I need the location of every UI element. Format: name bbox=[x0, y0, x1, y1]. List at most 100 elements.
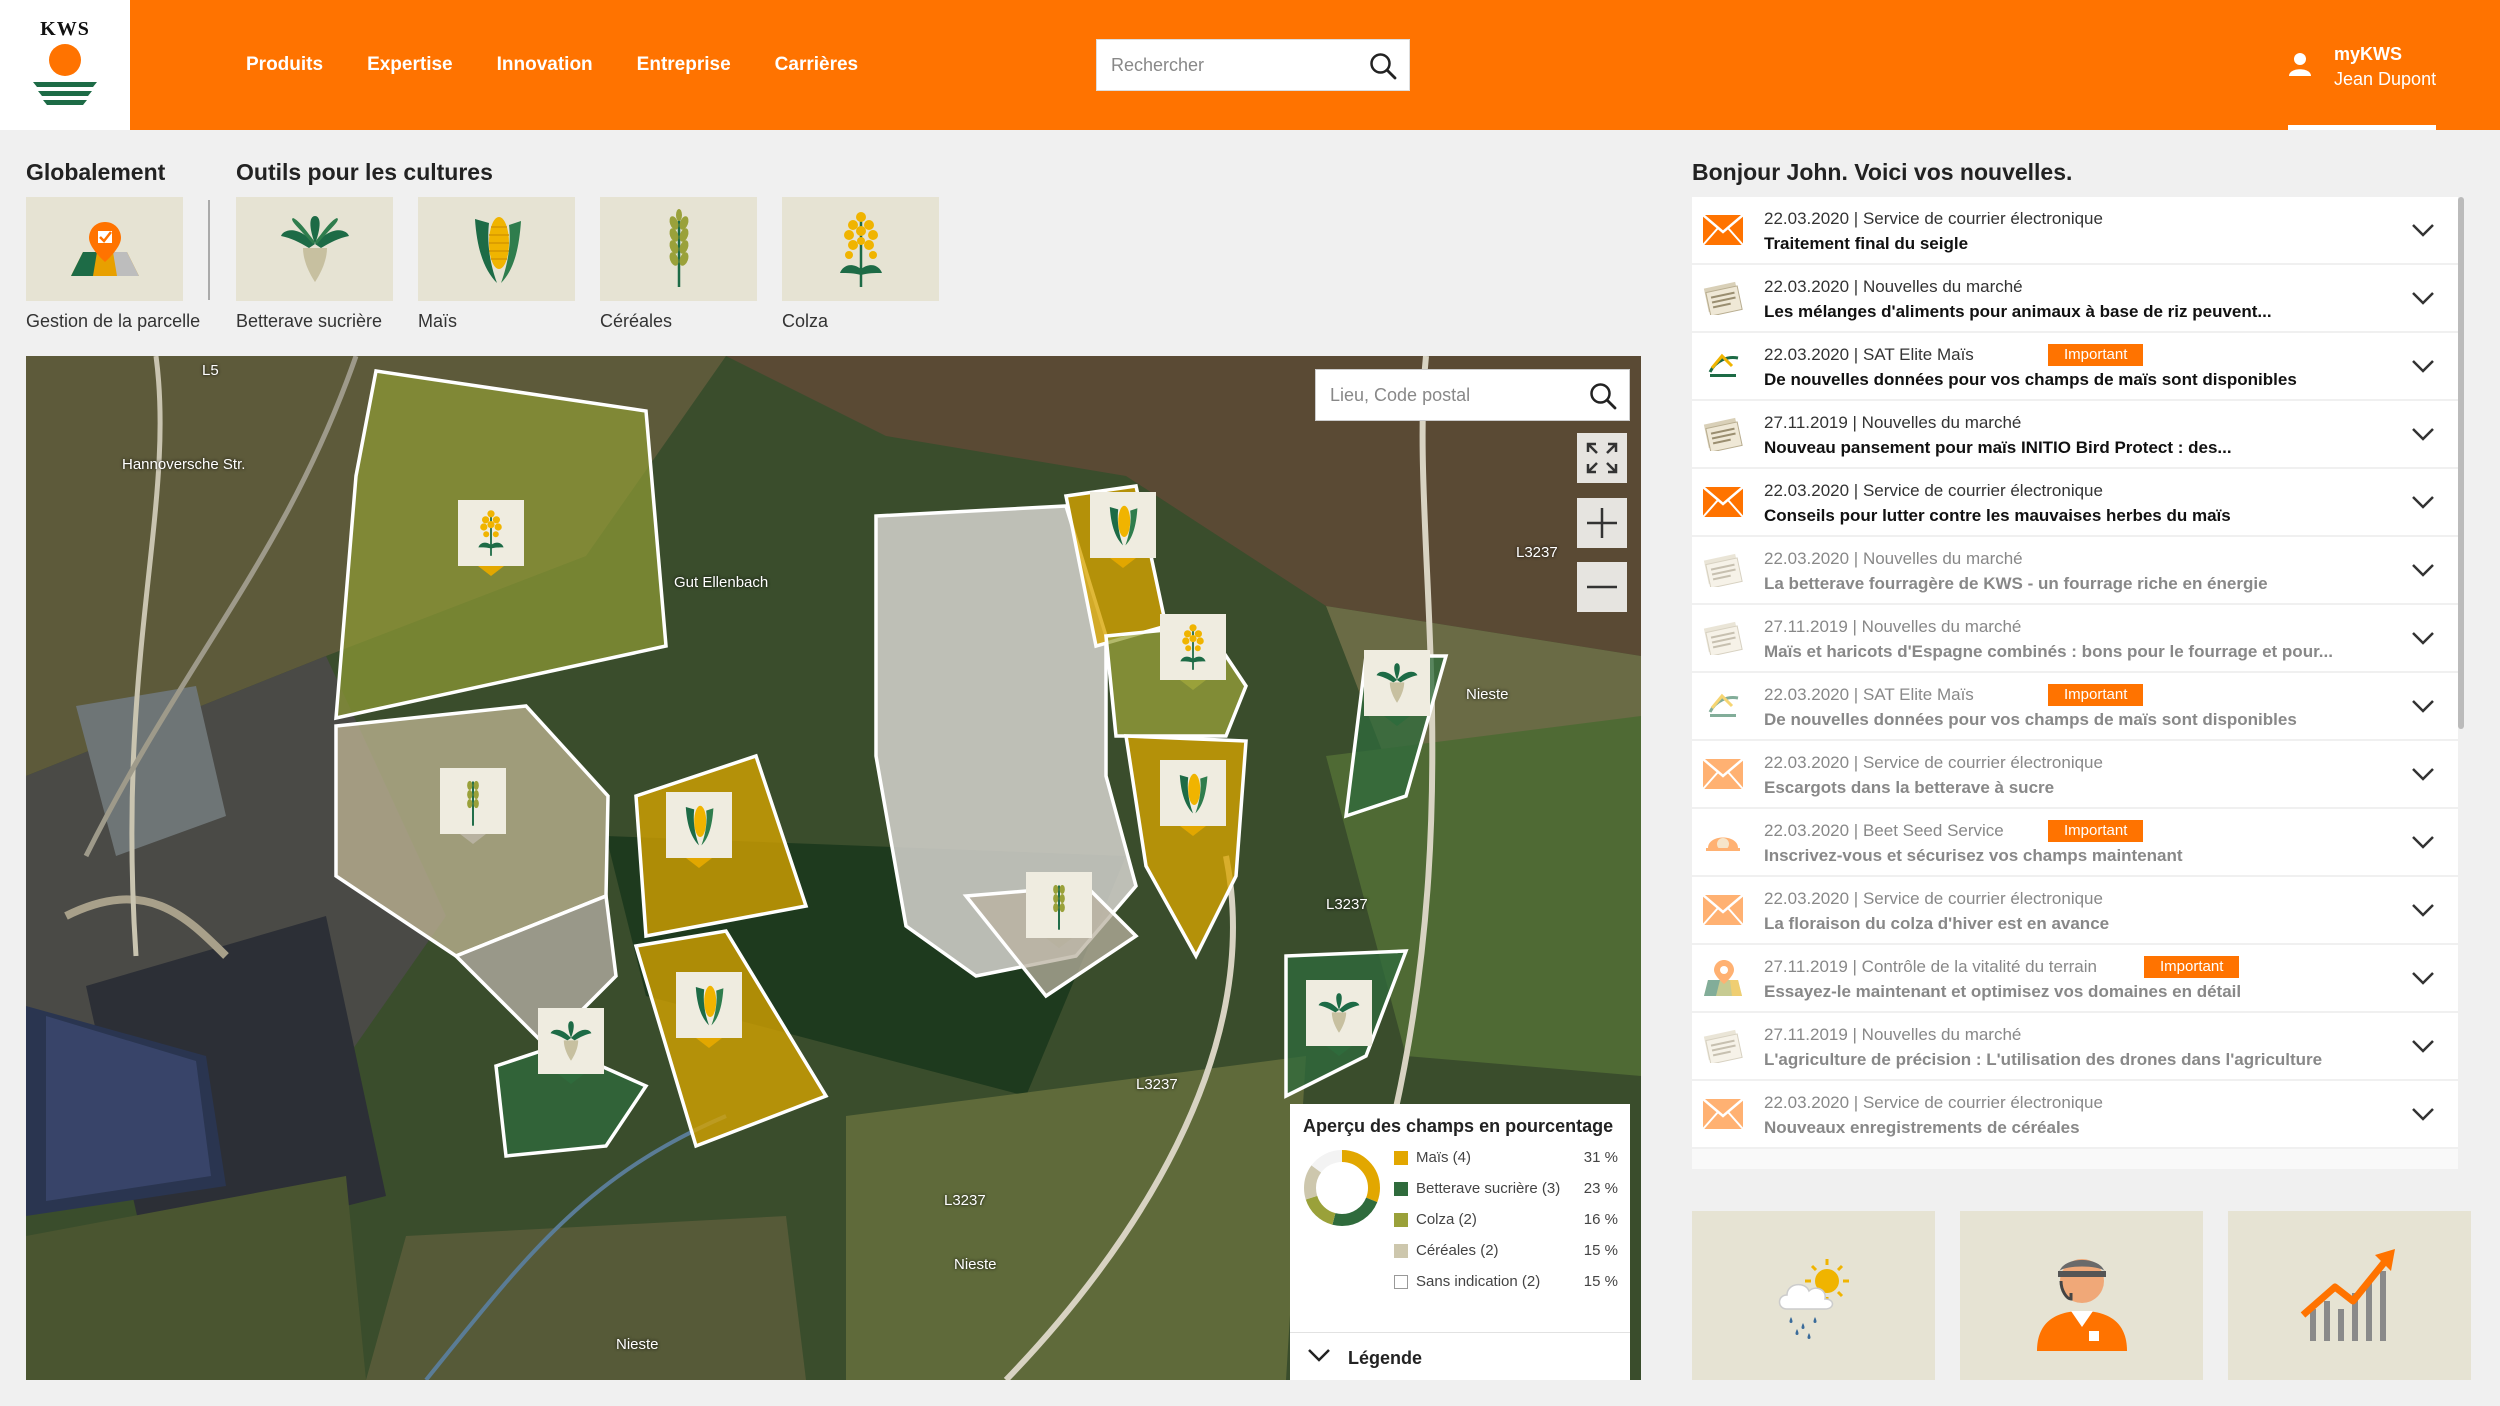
news-title: De nouvelles données pour vos champs de … bbox=[1764, 710, 2297, 729]
corn-icon bbox=[1109, 505, 1138, 546]
wheat-icon bbox=[669, 209, 688, 287]
tool-sugar-beet[interactable]: Betterave sucrière bbox=[236, 197, 393, 332]
tool-tile[interactable] bbox=[600, 197, 757, 301]
legend-percent: 16 % bbox=[1583, 1211, 1618, 1228]
news-item[interactable]: 22.03.2020 | Service de courrier électro… bbox=[1692, 197, 2458, 263]
rapeseed-icon bbox=[478, 510, 504, 556]
newspaper-icon bbox=[1702, 550, 1744, 590]
field-marker-corn[interactable] bbox=[1160, 760, 1226, 836]
envelope-icon bbox=[1702, 210, 1744, 250]
news-item[interactable]: 22.03.2020 | Service de courrier électro… bbox=[1692, 469, 2458, 535]
news-meta: 27.11.2019 | Nouvelles du marché bbox=[1764, 617, 2022, 636]
tool-corn[interactable]: Maïs bbox=[418, 197, 575, 332]
map-river-label: Nieste bbox=[954, 1256, 997, 1273]
tool-label: Colza bbox=[782, 311, 829, 331]
field-marker-corn[interactable] bbox=[676, 972, 742, 1048]
news-feed: 22.03.2020 | Service de courrier électro… bbox=[1692, 197, 2472, 1169]
field-marker-sugar-beet[interactable] bbox=[538, 1008, 604, 1084]
nav-innovation[interactable]: Innovation bbox=[497, 54, 593, 76]
important-badge: Important bbox=[2048, 820, 2144, 842]
zoom-in-button[interactable] bbox=[1577, 498, 1627, 548]
field-marker-corn[interactable] bbox=[1090, 492, 1156, 568]
user-name: Jean Dupont bbox=[2334, 69, 2437, 89]
search-icon[interactable] bbox=[1369, 52, 1397, 80]
news-title: Inscrivez-vous et sécurisez vos champs m… bbox=[1764, 846, 2183, 865]
chevron-down-icon[interactable] bbox=[2410, 493, 2436, 516]
beet-seed-icon bbox=[1702, 822, 1744, 862]
tool-tile[interactable] bbox=[26, 197, 183, 301]
legend-name: Sans indication (2) bbox=[1416, 1273, 1541, 1290]
news-item[interactable]: 22.03.2020 | Nouvelles du marché La bette… bbox=[1692, 537, 2458, 603]
news-item[interactable]: 22.03.2020 | SAT Elite Maïs Important De n… bbox=[1692, 673, 2458, 739]
important-badge: Important bbox=[2144, 956, 2240, 978]
chevron-down-icon[interactable] bbox=[2410, 1105, 2436, 1128]
nav-expertise[interactable]: Expertise bbox=[367, 54, 453, 76]
field-marker-sugar-beet[interactable] bbox=[1364, 650, 1430, 726]
nav-produits[interactable]: Produits bbox=[246, 54, 323, 76]
chevron-down-icon[interactable] bbox=[2410, 901, 2436, 924]
news-item[interactable]: 27.11.2019 | Nouvelles du marché Nouveau … bbox=[1692, 401, 2458, 467]
fullscreen-button[interactable] bbox=[1577, 433, 1627, 483]
chevron-down-icon[interactable] bbox=[2410, 833, 2436, 856]
map-search bbox=[1315, 369, 1630, 421]
news-item[interactable]: 22.03.2020 | Beet Seed Service Important I… bbox=[1692, 809, 2458, 875]
nav-entreprise[interactable]: Entreprise bbox=[637, 54, 731, 76]
chevron-down-icon[interactable] bbox=[2410, 629, 2436, 652]
field-marker-sugar-beet[interactable] bbox=[1306, 980, 1372, 1056]
tool-tile[interactable] bbox=[782, 197, 939, 301]
legend-percent: 31 % bbox=[1583, 1149, 1618, 1166]
legend-toggle[interactable]: Légende bbox=[1290, 1332, 1630, 1380]
kws-logo[interactable]: KWS bbox=[0, 0, 130, 130]
news-item[interactable]: 27.11.2019 | Contrôle de la vitalité du … bbox=[1692, 945, 2458, 1011]
news-item[interactable]: 22.03.2020 | SAT Elite Maïs Important De n… bbox=[1692, 333, 2458, 399]
chevron-down-icon[interactable] bbox=[2410, 425, 2436, 448]
chevron-down-icon[interactable] bbox=[2410, 1037, 2436, 1060]
field-map[interactable]: Gut Ellenbach L3237 L3237 L3237 L3237 Ni… bbox=[26, 356, 1641, 1380]
search-input[interactable] bbox=[1097, 40, 1367, 90]
tool-field-management[interactable]: Gestion de la parcelle bbox=[26, 197, 200, 332]
zoom-out-button[interactable] bbox=[1577, 562, 1627, 612]
news-item[interactable]: 22.03.2020 | Service de courrier électro… bbox=[1692, 1081, 2458, 1147]
news-meta: 22.03.2020 | Service de courrier électro… bbox=[1764, 209, 2103, 228]
news-item[interactable]: 22.03.2020 | Service de courrier électro… bbox=[1692, 741, 2458, 807]
news-meta: 27.11.2019 | Contrôle de la vitalité du … bbox=[1764, 957, 2097, 976]
nav-carrieres[interactable]: Carrières bbox=[775, 54, 858, 76]
field-marker-rapeseed[interactable] bbox=[458, 500, 524, 576]
chevron-down-icon[interactable] bbox=[2410, 221, 2436, 244]
advisor-tile[interactable] bbox=[1960, 1211, 2203, 1380]
field-marker-corn[interactable] bbox=[666, 792, 732, 868]
vitality-icon bbox=[1702, 958, 1744, 998]
logo-text: KWS bbox=[40, 18, 90, 40]
location-search-input[interactable] bbox=[1316, 370, 1586, 420]
tool-cereals[interactable]: Céréales bbox=[600, 197, 757, 332]
chevron-down-icon[interactable] bbox=[2410, 765, 2436, 788]
field-marker-rapeseed[interactable] bbox=[1160, 614, 1226, 690]
news-item[interactable]: 27.11.2019 | Nouvelles du marché Maïs et … bbox=[1692, 605, 2458, 671]
legend-row: Sans indication (2) 15 % bbox=[1394, 1272, 1618, 1294]
tool-rapeseed[interactable]: Colza bbox=[782, 197, 939, 332]
tool-tile[interactable] bbox=[418, 197, 575, 301]
field-marker-cereals[interactable] bbox=[440, 768, 506, 844]
news-item[interactable]: 27.11.2019 | Nouvelles du marché L'agricu… bbox=[1692, 1013, 2458, 1079]
legend-name: Colza (2) bbox=[1416, 1211, 1477, 1228]
field-marker-cereals[interactable] bbox=[1026, 872, 1092, 948]
news-meta: 22.03.2020 | Nouvelles du marché bbox=[1764, 277, 2023, 296]
corn-icon bbox=[1179, 773, 1208, 814]
news-item[interactable]: 22.03.2020 | Nouvelles du marché Les méla… bbox=[1692, 265, 2458, 331]
search-icon[interactable] bbox=[1589, 382, 1617, 410]
market-tile[interactable] bbox=[2228, 1211, 2471, 1380]
tool-tile[interactable] bbox=[236, 197, 393, 301]
chevron-down-icon[interactable] bbox=[2410, 697, 2436, 720]
envelope-icon bbox=[1702, 754, 1744, 794]
chevron-down-icon bbox=[1308, 1349, 1330, 1362]
chevron-down-icon[interactable] bbox=[2410, 561, 2436, 584]
chevron-down-icon[interactable] bbox=[2410, 969, 2436, 992]
chevron-down-icon[interactable] bbox=[2410, 357, 2436, 380]
news-item[interactable]: 22.03.2020 | Service de courrier électro… bbox=[1692, 877, 2458, 943]
chevron-down-icon[interactable] bbox=[2410, 289, 2436, 312]
news-scrollbar[interactable] bbox=[2458, 197, 2464, 729]
weather-tile[interactable] bbox=[1692, 1211, 1935, 1380]
corn-icon bbox=[474, 217, 521, 283]
user-account[interactable]: myKWS Jean Dupont bbox=[2288, 44, 2436, 130]
newspaper-icon bbox=[1702, 618, 1744, 658]
